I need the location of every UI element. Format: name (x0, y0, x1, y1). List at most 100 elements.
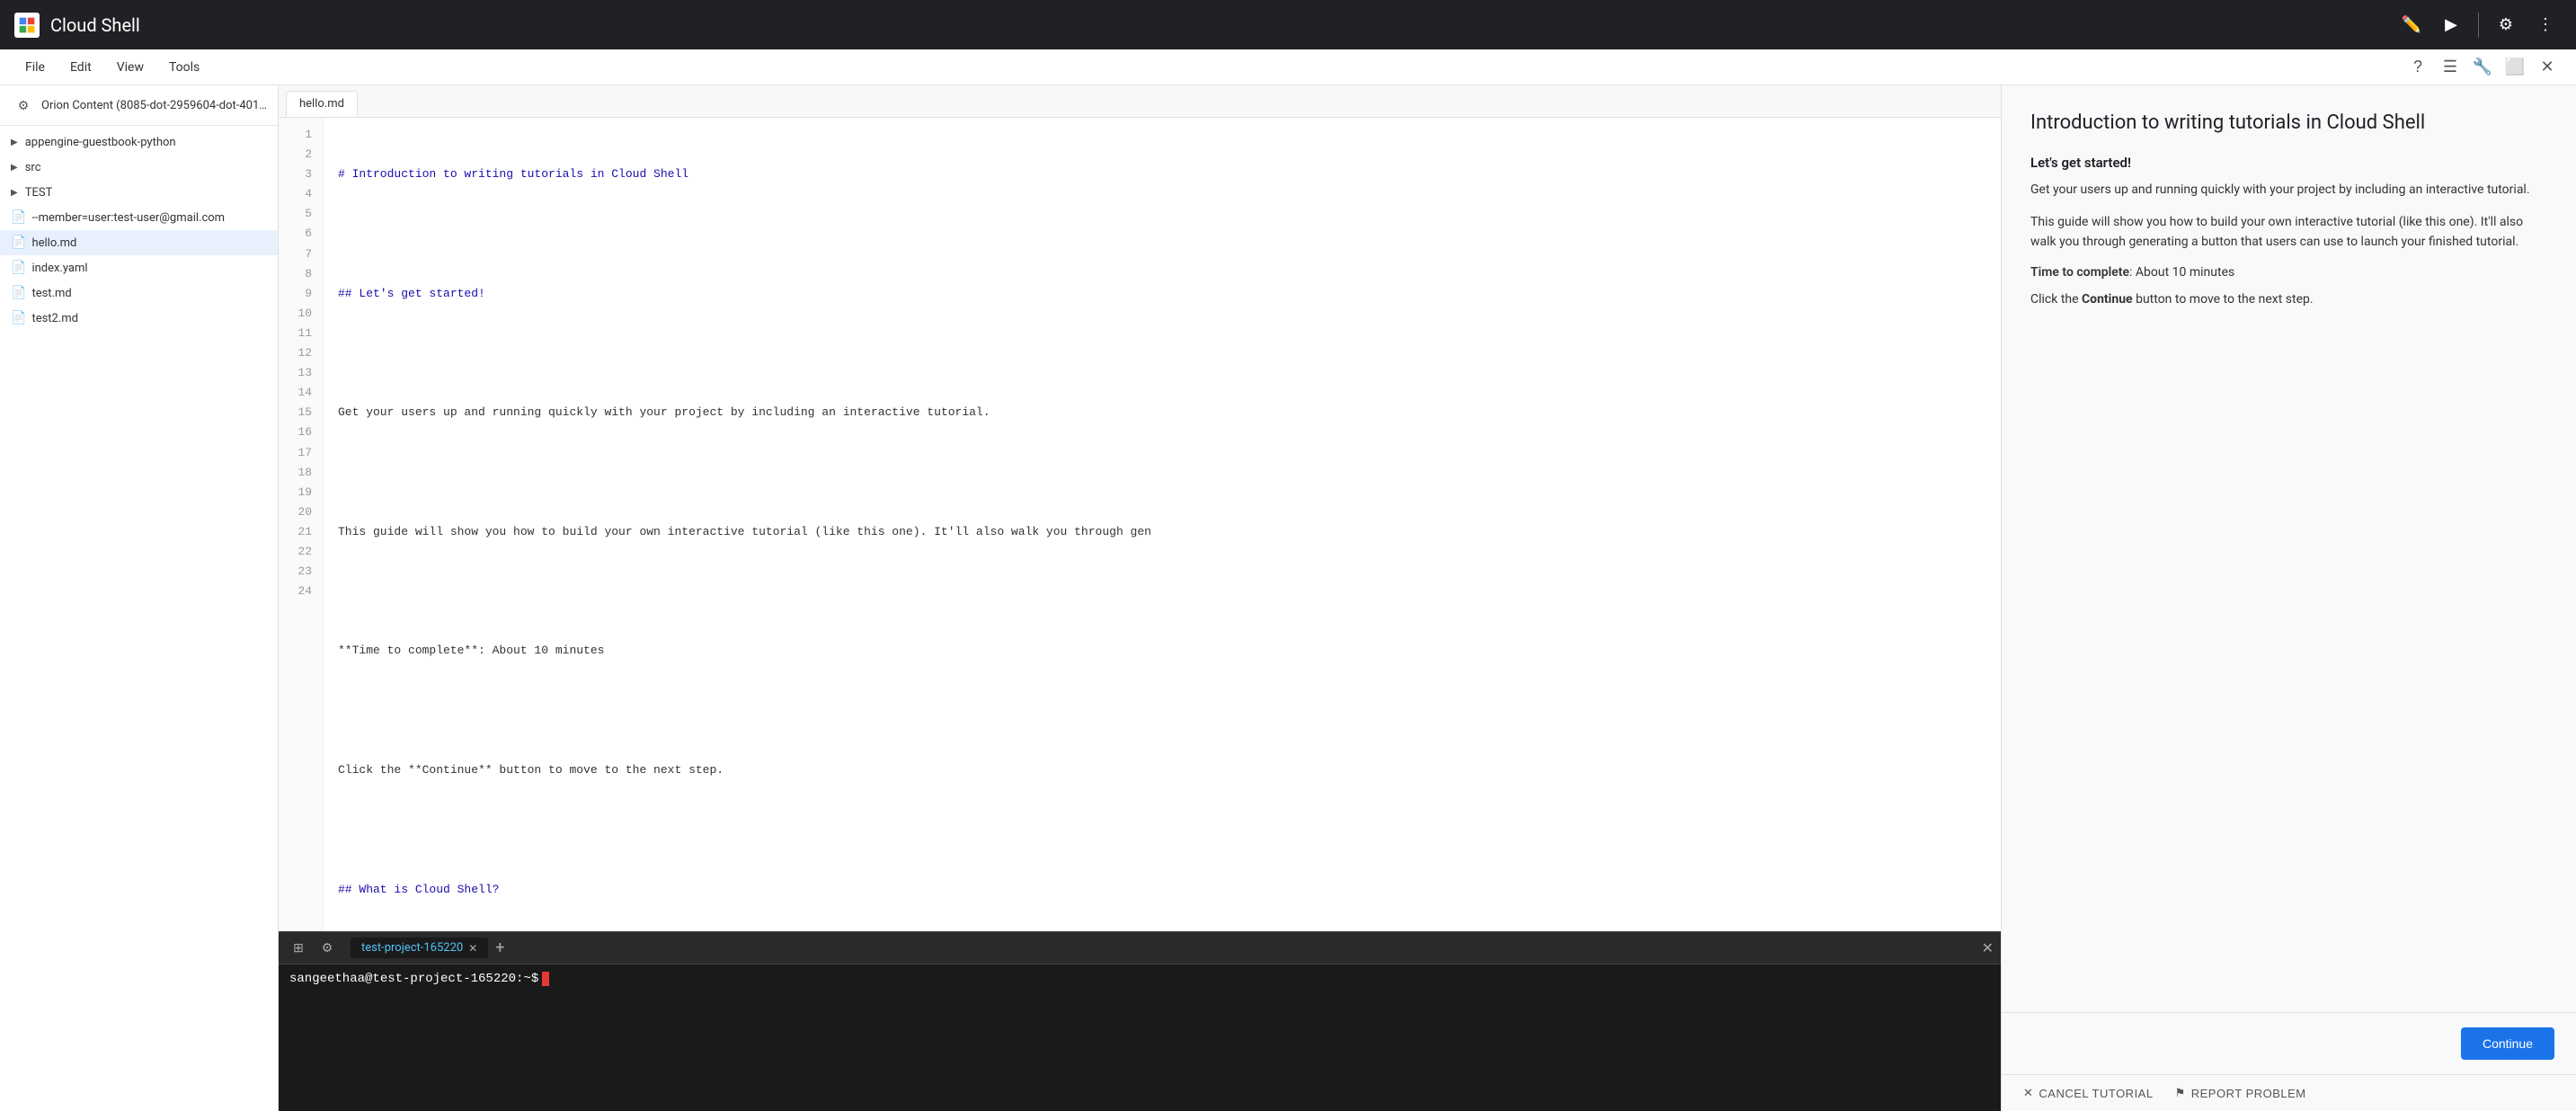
code-line-4 (338, 343, 1986, 363)
file-icon: 📄 (11, 261, 26, 275)
editor-tab-hello-md[interactable]: hello.md (286, 91, 358, 117)
tree-item-test-md[interactable]: 📄 test.md (0, 280, 278, 306)
code-line-10 (338, 701, 1986, 721)
cancel-x-icon: ✕ (2023, 1086, 2033, 1100)
help-icon-btn[interactable]: ? (2403, 53, 2432, 82)
tree-item-member[interactable]: 📄 --member=user:test-user@gmail.com (0, 205, 278, 230)
menu-tools[interactable]: Tools (158, 57, 210, 78)
line-numbers: 1 2 3 4 5 6 7 8 9 10 11 12 13 14 (279, 118, 324, 931)
code-line-7: This guide will show you how to build yo… (338, 522, 1986, 542)
code-editor[interactable]: 1 2 3 4 5 6 7 8 9 10 11 12 13 14 (279, 118, 2001, 931)
file-tree: ▶ appengine-guestbook-python ▶ src ▶ TES… (0, 126, 278, 1111)
menu-edit[interactable]: Edit (59, 57, 102, 78)
code-line-11: Click the **Continue** button to move to… (338, 760, 1986, 780)
code-lines: 1 2 3 4 5 6 7 8 9 10 11 12 13 14 (279, 118, 2001, 931)
settings-icon-btn[interactable]: ⚙ (2490, 9, 2522, 41)
arrow-icon: ▶ (11, 188, 18, 198)
tree-item-appengine[interactable]: ▶ appengine-guestbook-python (0, 129, 278, 155)
topbar: Cloud Shell ✏️ ▶ ⚙ ⋮ (0, 0, 2576, 49)
arrow-icon: ▶ (11, 163, 18, 173)
code-line-6 (338, 463, 1986, 483)
terminal-icon-btn[interactable]: ▶ (2435, 9, 2467, 41)
report-problem-button[interactable]: ⚑ REPORT PROBLEM (2175, 1086, 2306, 1100)
wrench-icon-btn[interactable]: 🔧 (2468, 53, 2497, 82)
terminal-icons: ⊞ ⚙ (286, 936, 340, 961)
file-icon: 📄 (11, 286, 26, 300)
code-line-5: Get your users up and running quickly wi… (338, 403, 1986, 422)
terminal-tab-label: test-project-165220 (361, 941, 463, 955)
tab-bar: hello.md (279, 85, 2001, 118)
terminal-grid-btn[interactable]: ⊞ (286, 936, 311, 961)
terminal-toggle-btn[interactable]: ☰ (2436, 53, 2465, 82)
code-line-13: ## What is Cloud Shell? (338, 880, 1986, 900)
editor-terminal-column: hello.md 1 2 3 4 5 6 7 8 9 10 (279, 85, 2001, 1111)
panel-time: Time to complete: About 10 minutes (2030, 265, 2547, 280)
tree-item-label: test2.md (31, 312, 78, 325)
file-icon: 📄 (11, 311, 26, 325)
tree-item-label: appengine-guestbook-python (25, 136, 176, 149)
edit-icon-btn[interactable]: ✏️ (2395, 9, 2428, 41)
panel-subtitle: Let's get started! (2030, 155, 2547, 171)
tree-item-src[interactable]: ▶ src (0, 155, 278, 180)
continue-button[interactable]: Continue (2461, 1027, 2554, 1060)
file-icon: 📄 (11, 236, 26, 250)
close-editor-btn[interactable]: ✕ (2533, 53, 2562, 82)
panel-title: Introduction to writing tutorials in Clo… (2030, 111, 2547, 137)
terminal-settings-btn[interactable]: ⚙ (315, 936, 340, 961)
terminal-prompt: sangeethaa@test-project-165220:~$ (289, 972, 1990, 986)
panel-footer: Continue (2002, 1012, 2576, 1074)
panel-continue-note: Click the Continue button to move to the… (2030, 292, 2547, 307)
tree-item-label: TEST (25, 186, 53, 200)
split-view-btn[interactable]: ⬜ (2500, 53, 2529, 82)
sidebar-settings-btn[interactable]: ⚙ (11, 93, 36, 118)
code-line-8 (338, 582, 1986, 601)
topbar-actions: ✏️ ▶ ⚙ ⋮ (2395, 9, 2562, 41)
code-line-9: **Time to complete**: About 10 minutes (338, 641, 1986, 661)
terminal-tab-close[interactable]: ✕ (468, 942, 477, 955)
code-content: # Introduction to writing tutorials in C… (324, 118, 2001, 931)
menu-view[interactable]: View (106, 57, 155, 78)
main-area: ⚙ Orion Content (8085-dot-2959604-dot-40… (0, 85, 2576, 1111)
menubar: File Edit View Tools ? ☰ 🔧 ⬜ ✕ (0, 49, 2576, 85)
report-icon: ⚑ (2175, 1086, 2186, 1100)
continue-bold: Continue (2082, 292, 2133, 307)
code-line-2 (338, 224, 1986, 244)
report-problem-label: REPORT PROBLEM (2191, 1087, 2306, 1100)
tree-item-label: --member=user:test-user@gmail.com (31, 211, 225, 225)
sidebar-header: ⚙ Orion Content (8085-dot-2959604-dot-40… (0, 85, 278, 126)
code-line-3: ## Let's get started! (338, 284, 1986, 304)
cancel-tutorial-label: CANCEL TUTORIAL (2039, 1087, 2153, 1100)
tree-item-hello-md[interactable]: 📄 hello.md (0, 230, 278, 255)
panel-bottom-bar: ✕ CANCEL TUTORIAL ⚑ REPORT PROBLEM (2002, 1074, 2576, 1111)
sidebar: ⚙ Orion Content (8085-dot-2959604-dot-40… (0, 85, 279, 1111)
app-logo (14, 13, 40, 38)
time-value: About 10 minutes (2136, 265, 2234, 280)
panel-content: Introduction to writing tutorials in Clo… (2002, 85, 2576, 1012)
topbar-divider (2478, 13, 2479, 38)
tree-item-label: test.md (31, 287, 71, 300)
more-icon-btn[interactable]: ⋮ (2529, 9, 2562, 41)
tree-item-index-yaml[interactable]: 📄 index.yaml (0, 255, 278, 280)
time-label: Time to complete (2030, 265, 2129, 280)
tree-item-label: src (25, 161, 41, 174)
tab-label: hello.md (299, 97, 344, 111)
terminal-area: ⊞ ⚙ test-project-165220 ✕ + ✕ sangeethaa… (279, 931, 2001, 1111)
tree-item-test[interactable]: ▶ TEST (0, 180, 278, 205)
project-name: Orion Content (8085-dot-2959604-dot-4019… (41, 99, 267, 112)
add-terminal-btn[interactable]: + (495, 938, 504, 957)
tree-item-test2-md[interactable]: 📄 test2.md (0, 306, 278, 331)
panel-para2: This guide will show you how to build yo… (2030, 212, 2547, 253)
cancel-tutorial-button[interactable]: ✕ CANCEL TUTORIAL (2023, 1086, 2154, 1100)
terminal-tab[interactable]: test-project-165220 ✕ (351, 938, 488, 958)
close-terminal-btn[interactable]: ✕ (1982, 939, 1994, 957)
code-line-1: # Introduction to writing tutorials in C… (338, 164, 1986, 184)
tree-item-label: index.yaml (31, 262, 87, 275)
file-icon: 📄 (11, 210, 26, 225)
tree-item-label: hello.md (31, 236, 76, 250)
panel-para1: Get your users up and running quickly wi… (2030, 180, 2547, 200)
app-title: Cloud Shell (50, 14, 2385, 36)
menu-file[interactable]: File (14, 57, 56, 78)
right-panel: Introduction to writing tutorials in Clo… (2001, 85, 2576, 1111)
terminal-body[interactable]: sangeethaa@test-project-165220:~$ (279, 964, 2001, 1111)
terminal-tab-bar: ⊞ ⚙ test-project-165220 ✕ + ✕ (279, 932, 2001, 964)
